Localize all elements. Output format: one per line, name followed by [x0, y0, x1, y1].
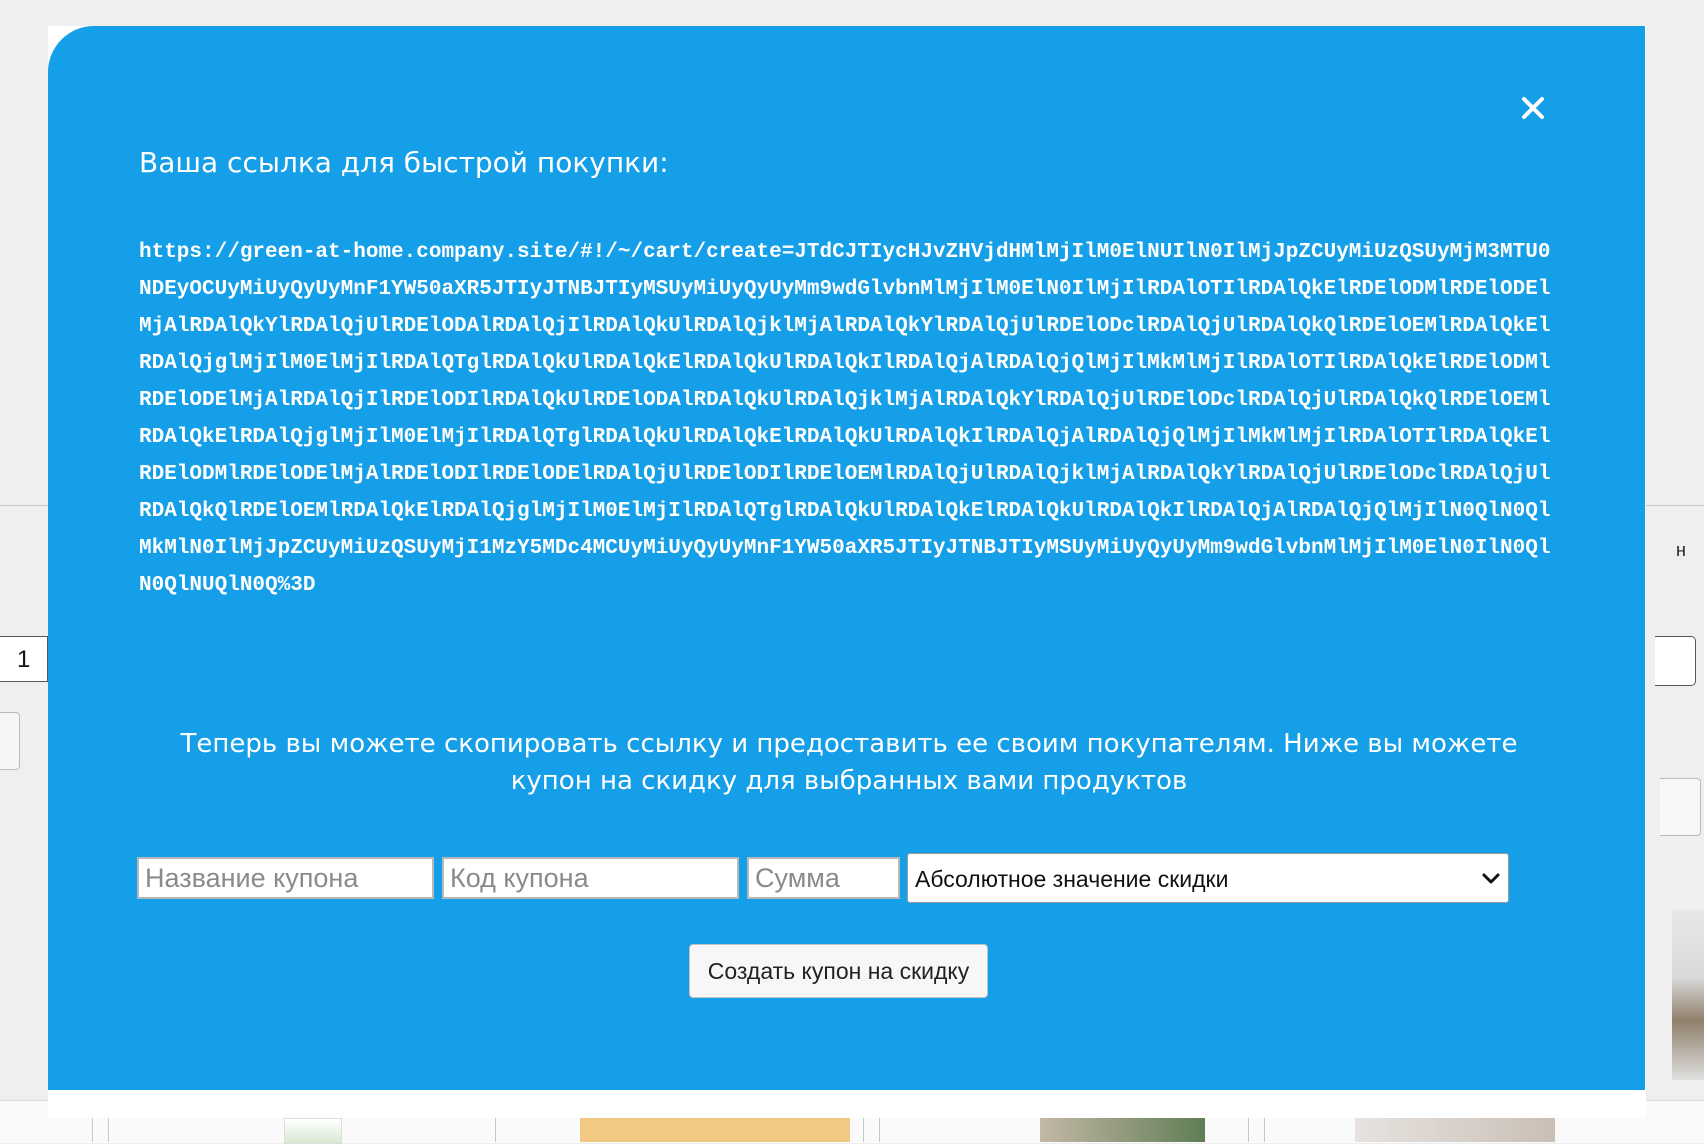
background-product-thumbnail[interactable] — [1040, 1118, 1205, 1142]
coupon-code-input[interactable] — [442, 857, 739, 899]
info-text: Теперь вы можете скопировать ссылку и пр… — [180, 729, 1518, 796]
discount-type-select[interactable]: Абсолютное значение скидки — [907, 853, 1509, 903]
background-product-thumbnail[interactable] — [580, 1118, 850, 1142]
background-button[interactable] — [0, 712, 20, 770]
background-product-image — [1672, 910, 1704, 1080]
background-quantity-field[interactable]: 1 — [0, 636, 48, 682]
chevron-down-icon — [1480, 868, 1502, 890]
create-coupon-button[interactable]: Создать купон на скидку — [689, 944, 988, 998]
close-button[interactable] — [1513, 88, 1553, 128]
background-product-thumbnail[interactable] — [1355, 1118, 1555, 1142]
discount-type-selected-value: Абсолютное значение скидки — [915, 866, 1229, 892]
background-input[interactable] — [1655, 636, 1696, 686]
modal-title: Ваша ссылка для быстрой покупки: — [139, 146, 669, 179]
coupon-sum-input[interactable] — [747, 857, 900, 899]
background-product-thumbnail[interactable] — [284, 1118, 342, 1144]
background-button-right[interactable] — [1660, 778, 1701, 836]
quick-purchase-link-modal: Ваша ссылка для быстрой покупки: https:/… — [48, 26, 1645, 1090]
close-icon[interactable] — [1513, 88, 1553, 128]
quick-purchase-link[interactable]: https://green-at-home.company.site/#!/~/… — [139, 234, 1559, 604]
coupon-name-input[interactable] — [137, 857, 434, 899]
background-text-fragment: н — [1676, 540, 1686, 560]
